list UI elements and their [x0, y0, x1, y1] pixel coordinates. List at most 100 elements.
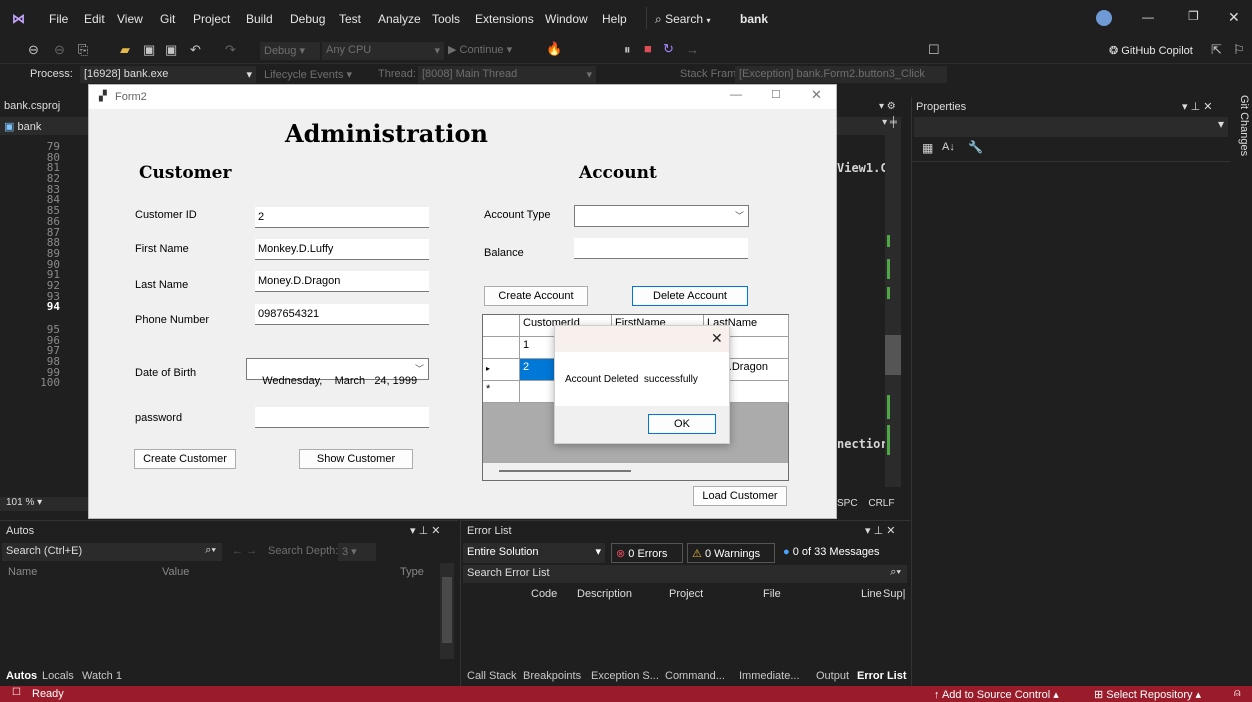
menu-test[interactable]: Test [339, 12, 361, 26]
dialog-close-icon[interactable]: ✕ [711, 330, 723, 347]
account-avatar[interactable] [1096, 10, 1112, 26]
messages-filter[interactable]: ● 0 of 33 Messages [779, 543, 889, 563]
tab-immediate[interactable]: Immediate... [739, 670, 800, 682]
tab-call-stack[interactable]: Call Stack [467, 670, 517, 682]
menu-edit[interactable]: Edit [84, 12, 105, 26]
search-icon[interactable]: ⌕▾ [890, 566, 901, 579]
undo-icon[interactable]: ↶ [190, 42, 201, 58]
bookmark-icon[interactable]: ☐ [928, 42, 940, 58]
redo-icon[interactable]: ↷ [225, 42, 236, 58]
row-header[interactable]: * [483, 381, 520, 403]
close-icon[interactable]: ✕ [1228, 9, 1240, 26]
tab-locals[interactable]: Locals [42, 670, 74, 682]
tab-command[interactable]: Command... [665, 670, 725, 682]
menu-view[interactable]: View [117, 12, 143, 26]
tab-watch1[interactable]: Watch 1 [82, 670, 122, 682]
menu-git[interactable]: Git [160, 12, 175, 26]
tab-exception-settings[interactable]: Exception S... [591, 670, 659, 682]
col-description[interactable]: Description [577, 588, 632, 600]
menu-analyze[interactable]: Analyze [378, 12, 421, 26]
create-account-button[interactable]: Create Account [484, 286, 588, 306]
menu-help[interactable]: Help [602, 12, 627, 26]
autos-search-input[interactable]: Search (Ctrl+E) ⌕▾ [2, 543, 222, 561]
config-dropdown[interactable]: Debug ▾ [260, 42, 320, 60]
new-project-icon[interactable]: ⎘ [78, 42, 88, 58]
search-box[interactable]: ⌕ Search ▾ [646, 7, 726, 29]
form-minimize-icon[interactable]: — [730, 87, 742, 101]
open-icon[interactable]: ▰ [120, 42, 130, 58]
create-customer-button[interactable]: Create Customer [134, 449, 236, 469]
line-ending-indicator[interactable]: CRLF [868, 498, 894, 509]
balance-field[interactable] [574, 238, 748, 259]
project-dropdown[interactable]: ▣ bank [0, 117, 88, 135]
forward-icon[interactable]: ⊖ [54, 42, 65, 58]
load-customer-button[interactable]: Load Customer [693, 486, 787, 506]
autos-scroll-thumb[interactable] [442, 577, 452, 643]
minimize-icon[interactable]: — [1142, 10, 1154, 24]
panel-options-icon[interactable]: ▾ ⊥ ✕ [410, 524, 440, 537]
back-icon[interactable]: ⊖ [28, 42, 39, 58]
restart-icon[interactable]: ↻ [663, 41, 674, 57]
save-icon[interactable]: ▣ [143, 42, 155, 58]
menu-extensions[interactable]: Extensions [475, 12, 534, 26]
menu-file[interactable]: File [49, 12, 68, 26]
customer-id-field[interactable]: 2 [255, 207, 429, 228]
stop-icon[interactable]: ■ [644, 41, 652, 56]
property-pages-icon[interactable]: 🔧 [968, 140, 983, 154]
grid-scroll-thumb[interactable] [499, 470, 631, 472]
form-maximize-icon[interactable]: ☐ [771, 88, 781, 101]
scroll-thumb[interactable] [885, 335, 901, 375]
col-name[interactable]: Name [8, 566, 37, 578]
menu-build[interactable]: Build [246, 12, 273, 26]
error-search-input[interactable]: Search Error List ⌕▾ [463, 565, 907, 583]
tab-error-list[interactable]: Error List [857, 670, 907, 682]
panel-options-icon[interactable]: ▾ ⊥ ✕ [865, 524, 895, 537]
select-repository-button[interactable]: ⊞ Select Repository ▴ [1094, 688, 1201, 701]
tab-output[interactable]: Output [816, 670, 849, 682]
show-customer-button[interactable]: Show Customer [299, 449, 413, 469]
add-source-control-button[interactable]: ↑ Add to Source Control ▴ [934, 688, 1059, 701]
errors-filter[interactable]: ⊗ 0 Errors [611, 543, 683, 563]
pin-icon[interactable]: ▾ ⚙ [879, 101, 896, 112]
step-over-icon[interactable]: → [686, 42, 699, 57]
form-close-icon[interactable]: ✕ [811, 87, 822, 103]
panel-options-icon[interactable]: ▾ ⊥ ✕ [1182, 100, 1212, 113]
tab-breakpoints[interactable]: Breakpoints [523, 670, 581, 682]
search-icon[interactable]: ⌕▾ [205, 544, 216, 557]
row-header[interactable] [483, 337, 520, 359]
autos-scrollbar[interactable] [440, 563, 454, 659]
row-header[interactable]: ▸ [483, 359, 520, 381]
grid-hscrollbar[interactable] [483, 463, 788, 480]
last-name-field[interactable]: Money.D.Dragon [255, 271, 429, 292]
col-code[interactable]: Code [531, 588, 557, 600]
lifecycle-events[interactable]: Lifecycle Events ▾ [264, 68, 352, 81]
password-field[interactable] [255, 407, 429, 428]
col-project[interactable]: Project [669, 588, 703, 600]
menu-debug[interactable]: Debug [290, 12, 325, 26]
col-suppression[interactable]: Sup| [883, 588, 905, 600]
col-file[interactable]: File [763, 588, 781, 600]
editor-nav-dropdown[interactable]: ▾ ╪ [837, 117, 901, 135]
first-name-field[interactable]: Monkey.D.Luffy [255, 239, 429, 260]
feedback-icon[interactable]: ⚐ [1233, 42, 1245, 58]
warnings-filter[interactable]: ⚠ 0 Warnings [687, 543, 775, 563]
alphabetical-icon[interactable]: A↓ [942, 141, 955, 153]
solution-tab[interactable]: bank.csproj [0, 97, 88, 115]
scope-dropdown[interactable]: Entire Solution ▾ [463, 543, 605, 563]
continue-button[interactable]: ▶ Continue ▾ [448, 43, 512, 56]
git-changes-tab[interactable]: Git Changes [1232, 95, 1250, 165]
col-value[interactable]: Value [162, 566, 189, 578]
menu-tools[interactable]: Tools [432, 12, 460, 26]
col-type[interactable]: Type [400, 566, 424, 578]
properties-object-dropdown[interactable]: ▾ [914, 117, 1228, 137]
dialog-ok-button[interactable]: OK [648, 414, 716, 434]
hot-reload-icon[interactable]: 🔥 [546, 41, 562, 57]
account-type-dropdown[interactable]: ﹀ [574, 205, 749, 227]
delete-account-button[interactable]: Delete Account [632, 286, 748, 306]
thread-dropdown[interactable]: [8008] Main Thread ▾ [418, 66, 596, 83]
vertical-scrollbar[interactable] [885, 135, 901, 487]
depth-dropdown[interactable]: 3 ▾ [338, 543, 376, 561]
pause-icon[interactable]: ⏸ [624, 42, 631, 58]
platform-dropdown[interactable]: Any CPU ▾ [322, 42, 444, 60]
process-dropdown[interactable]: [16928] bank.exe ▾ [80, 66, 256, 83]
